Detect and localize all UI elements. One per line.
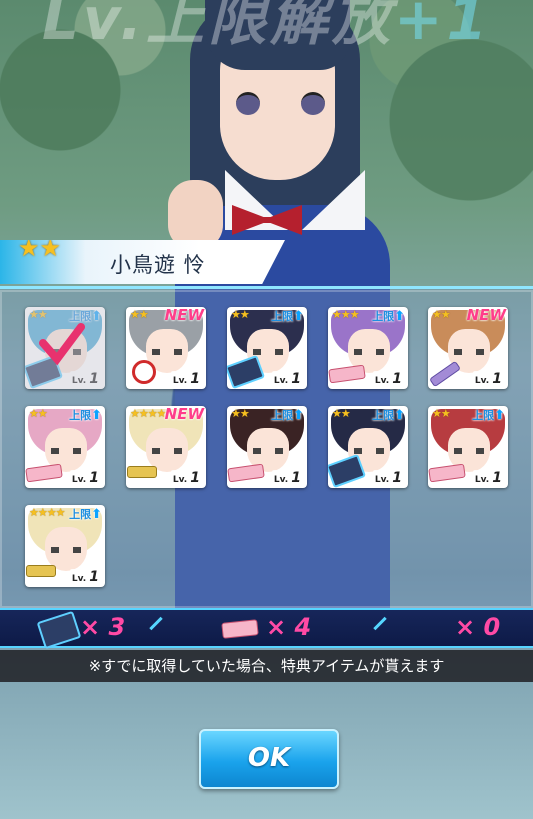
checkmark-icon (39, 323, 85, 366)
card-portrait-eyes (253, 448, 283, 454)
ticket-item-icon (221, 619, 259, 639)
screen-title-main: Lv.上限解放 (41, 0, 395, 53)
ticket-item-icon (328, 364, 366, 384)
character-name: 小鳥遊 怜 (110, 253, 206, 277)
key-item-icon (127, 466, 157, 478)
character-card[interactable]: ★★ 上限⬆ Lv. 1 (227, 406, 307, 488)
card-rarity-stars: ★★ (29, 407, 48, 420)
ticket-item-icon (227, 463, 265, 483)
ticket-item-icon (428, 463, 466, 483)
arrow-up-icon: ⬆ (91, 507, 102, 522)
arrow-up-icon: ⬆ (91, 408, 102, 423)
book-item-icon (36, 610, 82, 650)
character-name-banner: ★★ 小鳥遊 怜 (0, 240, 285, 284)
card-portrait-eyes (51, 448, 81, 454)
character-card[interactable]: ★★ NEW Lv. 1 (126, 307, 206, 389)
card-level: Lv. 1 (372, 470, 404, 486)
character-card[interactable]: ★★ 上限⬆ Lv. 1 (428, 406, 508, 488)
card-rarity-stars: ★★ (130, 308, 149, 321)
card-portrait-eyes (354, 448, 384, 454)
card-level: Lv. 1 (170, 371, 202, 387)
character-card[interactable]: ★★ 上限⬆ Lv. 1 (25, 307, 105, 389)
character-card[interactable]: ★★ NEW Lv. 1 (428, 307, 508, 389)
card-level: Lv. 1 (472, 470, 504, 486)
screen-title: Lv.上限解放+1 (0, 0, 533, 56)
card-level: Lv. 1 (472, 371, 504, 387)
card-rarity-stars: ★★ (432, 407, 451, 420)
limit-up-badge: 上限⬆ (69, 408, 102, 423)
pencil-item-icon (429, 360, 461, 388)
limit-up-badge: 上限⬆ (472, 408, 505, 423)
ok-button[interactable]: OK (199, 729, 339, 789)
card-portrait-eyes (253, 349, 283, 355)
character-card[interactable]: ★★★ 上限⬆ Lv. 1 (328, 307, 408, 389)
card-level: Lv. 1 (69, 569, 101, 585)
arrow-up-icon: ⬆ (394, 309, 405, 324)
separator (373, 616, 387, 631)
character-card[interactable]: ★★ 上限⬆ Lv. 1 (227, 307, 307, 389)
limit-up-badge: 上限⬆ (372, 309, 405, 324)
card-portrait-eyes (454, 448, 484, 454)
card-level: Lv. 1 (271, 371, 303, 387)
card-portrait-eyes (454, 349, 484, 355)
arrow-up-icon: ⬆ (293, 408, 304, 423)
screen-title-plus: +1 (394, 0, 492, 53)
character-card[interactable]: ★★ 上限⬆ Lv. 1 (25, 406, 105, 488)
character-card[interactable]: ★★★★ NEW Lv. 1 (126, 406, 206, 488)
card-rarity-stars: ★★ (432, 308, 451, 321)
limit-up-badge: 上限⬆ (69, 507, 102, 522)
card-rarity-stars: ★★★★ (130, 407, 166, 420)
ticket-count: × 4 (266, 613, 312, 641)
ticket-item-icon (25, 463, 63, 483)
item-counter-bar: × 3 × 4 × 0 (0, 608, 533, 650)
card-portrait-eyes (354, 349, 384, 355)
notice-text: ※すでに取得していた場合、特典アイテムが貰えます (0, 650, 533, 682)
card-rarity-stars: ★★★★ (29, 506, 65, 519)
card-level: Lv. 1 (69, 470, 101, 486)
card-level: Lv. 1 (170, 470, 202, 486)
card-portrait-eyes (152, 349, 182, 355)
card-level: Lv. 1 (372, 371, 404, 387)
new-badge: NEW (466, 307, 506, 324)
arrow-up-icon: ⬆ (394, 408, 405, 423)
card-rarity-stars: ★★ (231, 308, 250, 321)
card-rarity-stars: ★★ (332, 407, 351, 420)
limit-up-badge: 上限⬆ (271, 408, 304, 423)
new-badge: NEW (164, 307, 204, 324)
card-rarity-stars: ★★ (231, 407, 250, 420)
card-rarity-stars: ★★★ (332, 308, 360, 321)
target-item-icon (132, 360, 156, 384)
character-card[interactable]: ★★★★ 上限⬆ Lv. 1 (25, 505, 105, 587)
card-portrait-eyes (152, 448, 182, 454)
limit-up-badge: 上限⬆ (271, 309, 304, 324)
new-badge: NEW (164, 406, 204, 423)
limit-up-badge: 上限⬆ (372, 408, 405, 423)
card-portrait-eyes (51, 547, 81, 553)
separator (149, 616, 163, 631)
card-level: Lv. 1 (271, 470, 303, 486)
arrow-up-icon: ⬆ (293, 309, 304, 324)
key-item-icon (26, 565, 56, 577)
other-count: × 0 (455, 613, 501, 641)
arrow-up-icon: ⬆ (494, 408, 505, 423)
book-count: × 3 (80, 613, 126, 641)
character-card[interactable]: ★★ 上限⬆ Lv. 1 (328, 406, 408, 488)
